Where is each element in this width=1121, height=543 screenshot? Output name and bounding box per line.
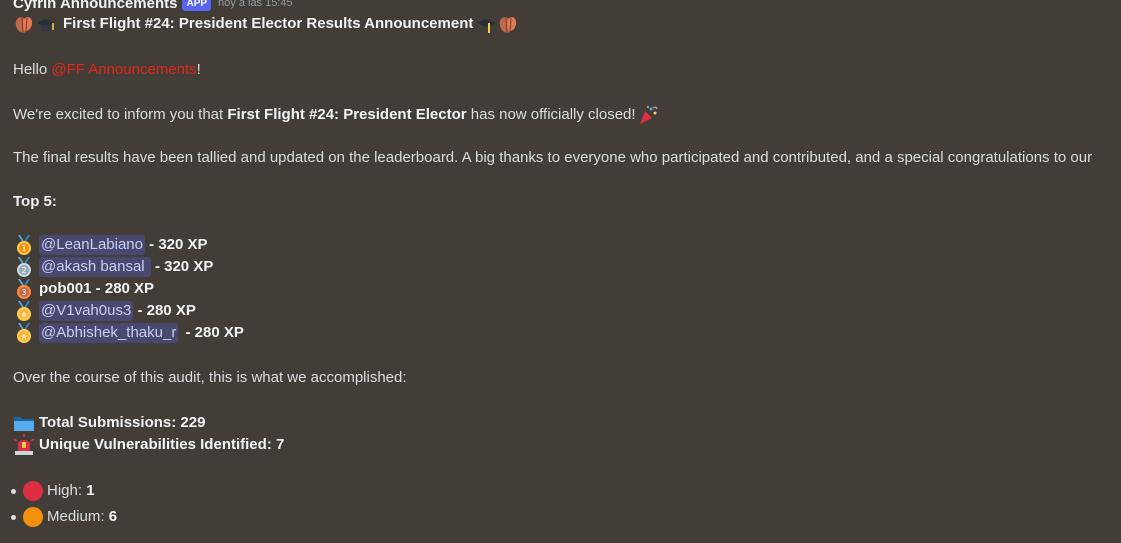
folder-icon [13,412,35,434]
xp-value: - 280 XP [181,324,244,341]
intro-bold: First Flight #24: President Elector [227,106,467,123]
svg-text:2: 2 [21,266,26,275]
author-name[interactable]: Cyfrin Announcements [13,0,177,12]
severity-label: High: [47,482,87,499]
intro-after: has now officially closed! [466,106,636,123]
title-line: First Flight #24: President Elector Resu… [13,13,519,35]
accomplished-line: Over the course of this audit, this is w… [13,369,407,386]
vulnerabilities-label: Unique Vulnerabilities Identified [39,436,267,453]
timestamp[interactable]: hoy a las 15:45 [218,0,293,9]
submissions-label: Total Submissions [39,414,172,431]
medal-icon [13,300,35,322]
list-item: 2 @akash bansal - 320 XP [13,256,213,278]
rotating-light-icon [13,434,35,456]
bullet [11,514,16,520]
xp-value: - 280 XP [91,280,155,297]
greeting-suffix: ! [196,61,201,78]
list-item: @Abhishek_thaku_r - 280 XP [13,322,244,344]
list-item: High: 1 [11,481,95,501]
svg-text:1: 1 [21,244,26,253]
gold-medal-1-icon: 1 [13,234,35,256]
severity-value: 6 [108,508,118,525]
top-heading: Top 5: [13,192,57,212]
graduation-cap-icon [475,13,496,35]
bronze-medal-3-icon: 3 [13,278,35,300]
list-item: 1 @LeanLabiano - 320 XP [13,234,208,256]
medal-icon [13,322,35,344]
user-name: pob001 [39,280,92,297]
graduation-cap-icon [35,13,55,35]
app-badge: APP [182,0,212,11]
leaf-icon [13,13,35,35]
greeting-prefix: Hello [13,61,52,78]
message: Cyfrin Announcements APP hoy a las 15:45… [11,0,1121,527]
list-item: Medium: 6 [11,507,118,527]
list-item: 3 pob001 - 280 XP [13,278,154,300]
user-mention[interactable]: @Abhishek_thaku_r [39,323,179,343]
silver-medal-2-icon: 2 [13,256,35,278]
bullet [11,488,16,494]
party-popper-icon [637,104,659,126]
xp-value: - 280 XP [133,302,196,319]
role-mention[interactable]: @FF Announcements [51,60,196,80]
severity-label: Medium: [47,508,109,525]
svg-text:3: 3 [21,288,26,297]
xp-value: - 320 XP [150,258,214,275]
leaf-icon [497,13,519,35]
vulnerabilities-value: : 7 [266,436,285,453]
red-circle-icon [23,481,43,501]
orange-circle-icon [23,507,43,527]
xp-value: - 320 XP [144,236,208,253]
user-mention[interactable]: @akash bansal [39,257,151,277]
top-heading-text: Top 5: [13,193,57,210]
vulnerabilities-line: Unique Vulnerabilities Identified : 7 [13,434,284,456]
final-results-line: The final results have been tallied and … [13,149,1093,166]
message-header: Cyfrin Announcements APP hoy a las 15:45 [13,0,1121,12]
user-mention[interactable]: @LeanLabiano [39,235,145,255]
severity-value: 1 [86,482,95,499]
intro-line: We're excited to inform you that First F… [13,104,659,126]
intro-before: We're excited to inform you that [13,106,228,123]
greeting-line: Hello @FF Announcements ! [13,60,201,80]
submissions-value: : 229 [171,414,206,431]
user-mention[interactable]: @V1vah0us3 [39,301,134,321]
announcement-title: First Flight #24: President Elector Resu… [63,15,474,32]
list-item: @V1vah0us3 - 280 XP [13,300,196,322]
submissions-line: Total Submissions : 229 [13,412,205,434]
